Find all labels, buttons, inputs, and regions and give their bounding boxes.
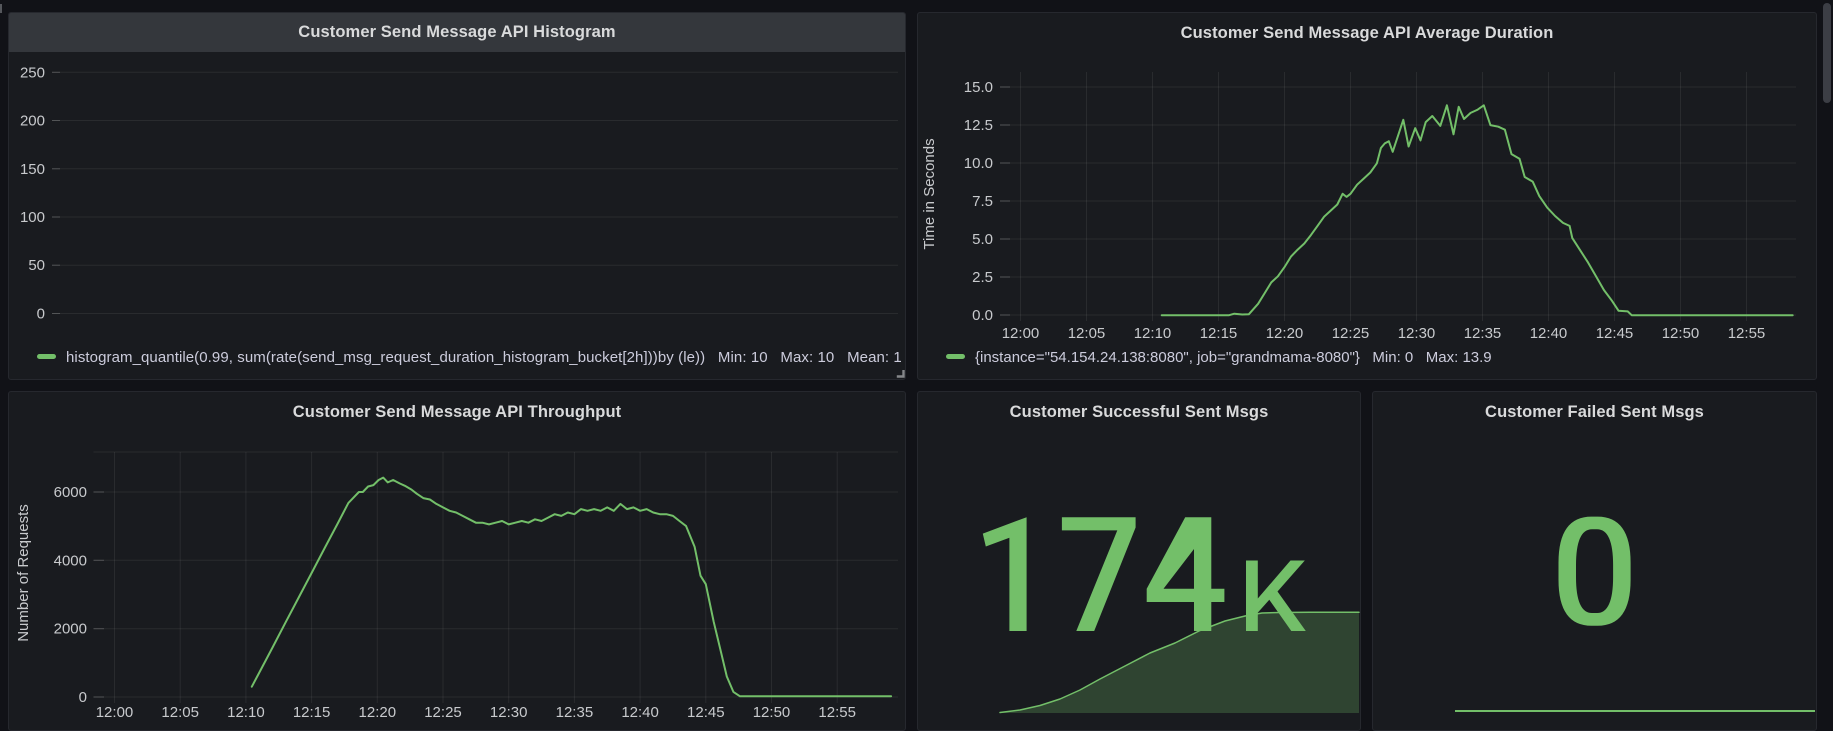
svg-text:12:55: 12:55 [818, 704, 856, 719]
svg-text:12:10: 12:10 [1134, 325, 1172, 342]
svg-text:12:15: 12:15 [1200, 325, 1238, 342]
svg-text:histogram_quantile(0.99, sum(r: histogram_quantile(0.99, sum(rate(send_m… [66, 349, 902, 366]
svg-text:50: 50 [28, 257, 45, 274]
svg-text:12:25: 12:25 [424, 704, 462, 719]
svg-text:12:00: 12:00 [1002, 325, 1040, 342]
svg-text:12:55: 12:55 [1728, 325, 1766, 342]
svg-text:{instance="54.154.24.138:8080": {instance="54.154.24.138:8080", job="gra… [975, 349, 1492, 366]
svg-text:100: 100 [20, 209, 45, 226]
svg-text:0: 0 [37, 306, 45, 323]
svg-text:4000: 4000 [54, 552, 87, 569]
svg-text:150: 150 [20, 161, 45, 178]
svg-text:10.0: 10.0 [964, 155, 993, 172]
svg-text:12:50: 12:50 [753, 704, 791, 719]
svg-text:Time in Seconds: Time in Seconds [921, 138, 938, 249]
svg-text:250: 250 [20, 64, 45, 81]
svg-text:12:50: 12:50 [1662, 325, 1700, 342]
svg-text:12:30: 12:30 [490, 704, 528, 719]
svg-text:12:30: 12:30 [1398, 325, 1436, 342]
svg-text:15.0: 15.0 [964, 79, 993, 96]
svg-text:2.5: 2.5 [972, 269, 993, 286]
svg-text:12:40: 12:40 [621, 704, 659, 719]
svg-text:12:00: 12:00 [96, 704, 134, 719]
svg-text:200: 200 [20, 113, 45, 130]
svg-text:12:15: 12:15 [293, 704, 331, 719]
svg-text:6000: 6000 [54, 484, 87, 501]
svg-text:12:20: 12:20 [359, 704, 397, 719]
svg-text:12:05: 12:05 [1068, 325, 1106, 342]
svg-text:Number of Requests: Number of Requests [15, 504, 32, 642]
svg-text:12:35: 12:35 [556, 704, 594, 719]
svg-text:5.0: 5.0 [972, 231, 993, 248]
svg-text:12:05: 12:05 [161, 704, 199, 719]
svg-text:12:45: 12:45 [1596, 325, 1634, 342]
svg-text:7.5: 7.5 [972, 193, 993, 210]
svg-text:12:45: 12:45 [687, 704, 725, 719]
svg-text:0: 0 [79, 689, 87, 706]
svg-text:12:40: 12:40 [1530, 325, 1568, 342]
svg-text:12:25: 12:25 [1332, 325, 1370, 342]
svg-text:12:10: 12:10 [227, 704, 265, 719]
svg-text:12:35: 12:35 [1464, 325, 1502, 342]
svg-text:2000: 2000 [54, 621, 87, 638]
svg-text:12:20: 12:20 [1266, 325, 1304, 342]
svg-text:0.0: 0.0 [972, 307, 993, 324]
svg-text:12.5: 12.5 [964, 117, 993, 134]
